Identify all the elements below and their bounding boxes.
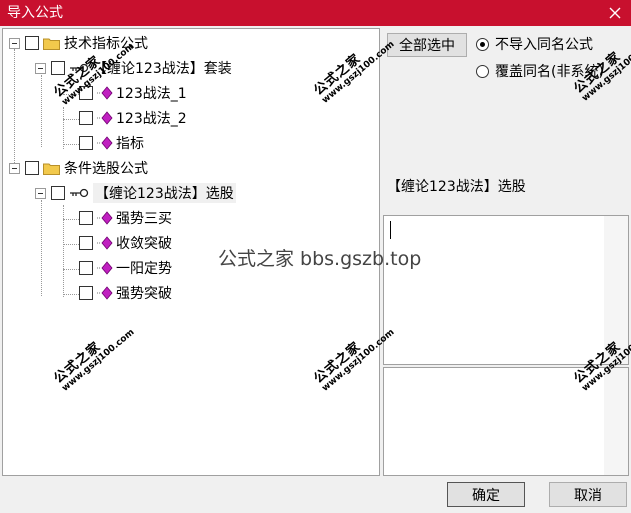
tree-item[interactable]: 123战法_2 [79, 107, 187, 129]
collapse-toggle[interactable] [9, 37, 20, 49]
tree-node-stock-package[interactable]: 【缠论123战法】选股 [35, 182, 236, 204]
node-label: 一阳定势 [116, 261, 172, 277]
dialog-title: 导入公式 [7, 5, 63, 21]
formula-diamond-icon [97, 136, 113, 150]
node-label: 123战法_1 [116, 86, 187, 102]
collapse-toggle[interactable] [35, 187, 46, 199]
formula-diamond-icon [97, 211, 113, 225]
radio-button[interactable] [476, 64, 489, 78]
radio-skip-duplicates[interactable]: 不导入同名公式 [476, 34, 593, 54]
center-watermark-text: 公式之家 bbs.gszb.top [218, 248, 422, 270]
item-checkbox[interactable] [79, 236, 93, 250]
node-checkbox[interactable] [25, 161, 39, 175]
formula-diamond-icon [97, 261, 113, 275]
tree-item[interactable]: 强势三买 [79, 207, 172, 229]
node-label: 强势三买 [116, 211, 172, 227]
formula-diamond-icon [97, 111, 113, 125]
item-checkbox[interactable] [79, 211, 93, 225]
item-checkbox[interactable] [79, 286, 93, 300]
close-button[interactable] [599, 0, 631, 26]
node-label: 条件选股公式 [64, 161, 148, 177]
formula-diamond-icon [97, 86, 113, 100]
tree-item[interactable]: 指标 [79, 132, 144, 154]
tree-item[interactable]: 123战法_1 [79, 82, 187, 104]
formula-description-textarea[interactable] [383, 215, 629, 365]
scrollbar-track[interactable] [604, 368, 628, 475]
tree-item[interactable]: 收敛突破 [79, 232, 172, 254]
tree-node-tech-package[interactable]: 【缠论123战法】套装 [35, 57, 232, 79]
ok-button[interactable]: 确定 [447, 482, 525, 507]
select-all-button[interactable]: 全部选中 [387, 33, 467, 57]
item-checkbox[interactable] [79, 261, 93, 275]
node-label: 123战法_2 [116, 111, 187, 127]
close-icon [609, 7, 621, 19]
radio-button[interactable] [476, 37, 489, 51]
tree-item[interactable]: 强势突破 [79, 282, 172, 304]
node-label: 收敛突破 [116, 236, 172, 252]
cancel-button[interactable]: 取消 [549, 482, 627, 507]
collapse-toggle[interactable] [35, 62, 46, 74]
item-checkbox[interactable] [79, 111, 93, 125]
tree-node-stock-selection[interactable]: 条件选股公式 [9, 157, 148, 179]
import-formula-dialog: 导入公式 技术指标公式 【缠论123战法】套装 123战法_1 123战法_2 … [0, 0, 631, 513]
node-checkbox[interactable] [51, 186, 65, 200]
tree-item[interactable]: 一阳定势 [79, 257, 172, 279]
node-checkbox[interactable] [51, 61, 65, 75]
formula-diamond-icon [97, 286, 113, 300]
node-label: 强势突破 [116, 286, 172, 302]
text-caret [390, 221, 391, 239]
title-bar: 导入公式 [0, 0, 631, 26]
node-checkbox[interactable] [25, 36, 39, 50]
collapse-toggle[interactable] [9, 162, 20, 174]
folder-icon [43, 163, 60, 175]
key-icon [70, 188, 89, 198]
item-checkbox[interactable] [79, 136, 93, 150]
selected-formula-name: 【缠论123战法】选股 [387, 179, 526, 195]
radio-label: 不导入同名公式 [495, 37, 593, 53]
node-label: 【缠论123战法】选股 [93, 183, 236, 203]
node-label: 指标 [116, 136, 144, 152]
formula-diamond-icon [97, 236, 113, 250]
folder-icon [43, 38, 60, 50]
